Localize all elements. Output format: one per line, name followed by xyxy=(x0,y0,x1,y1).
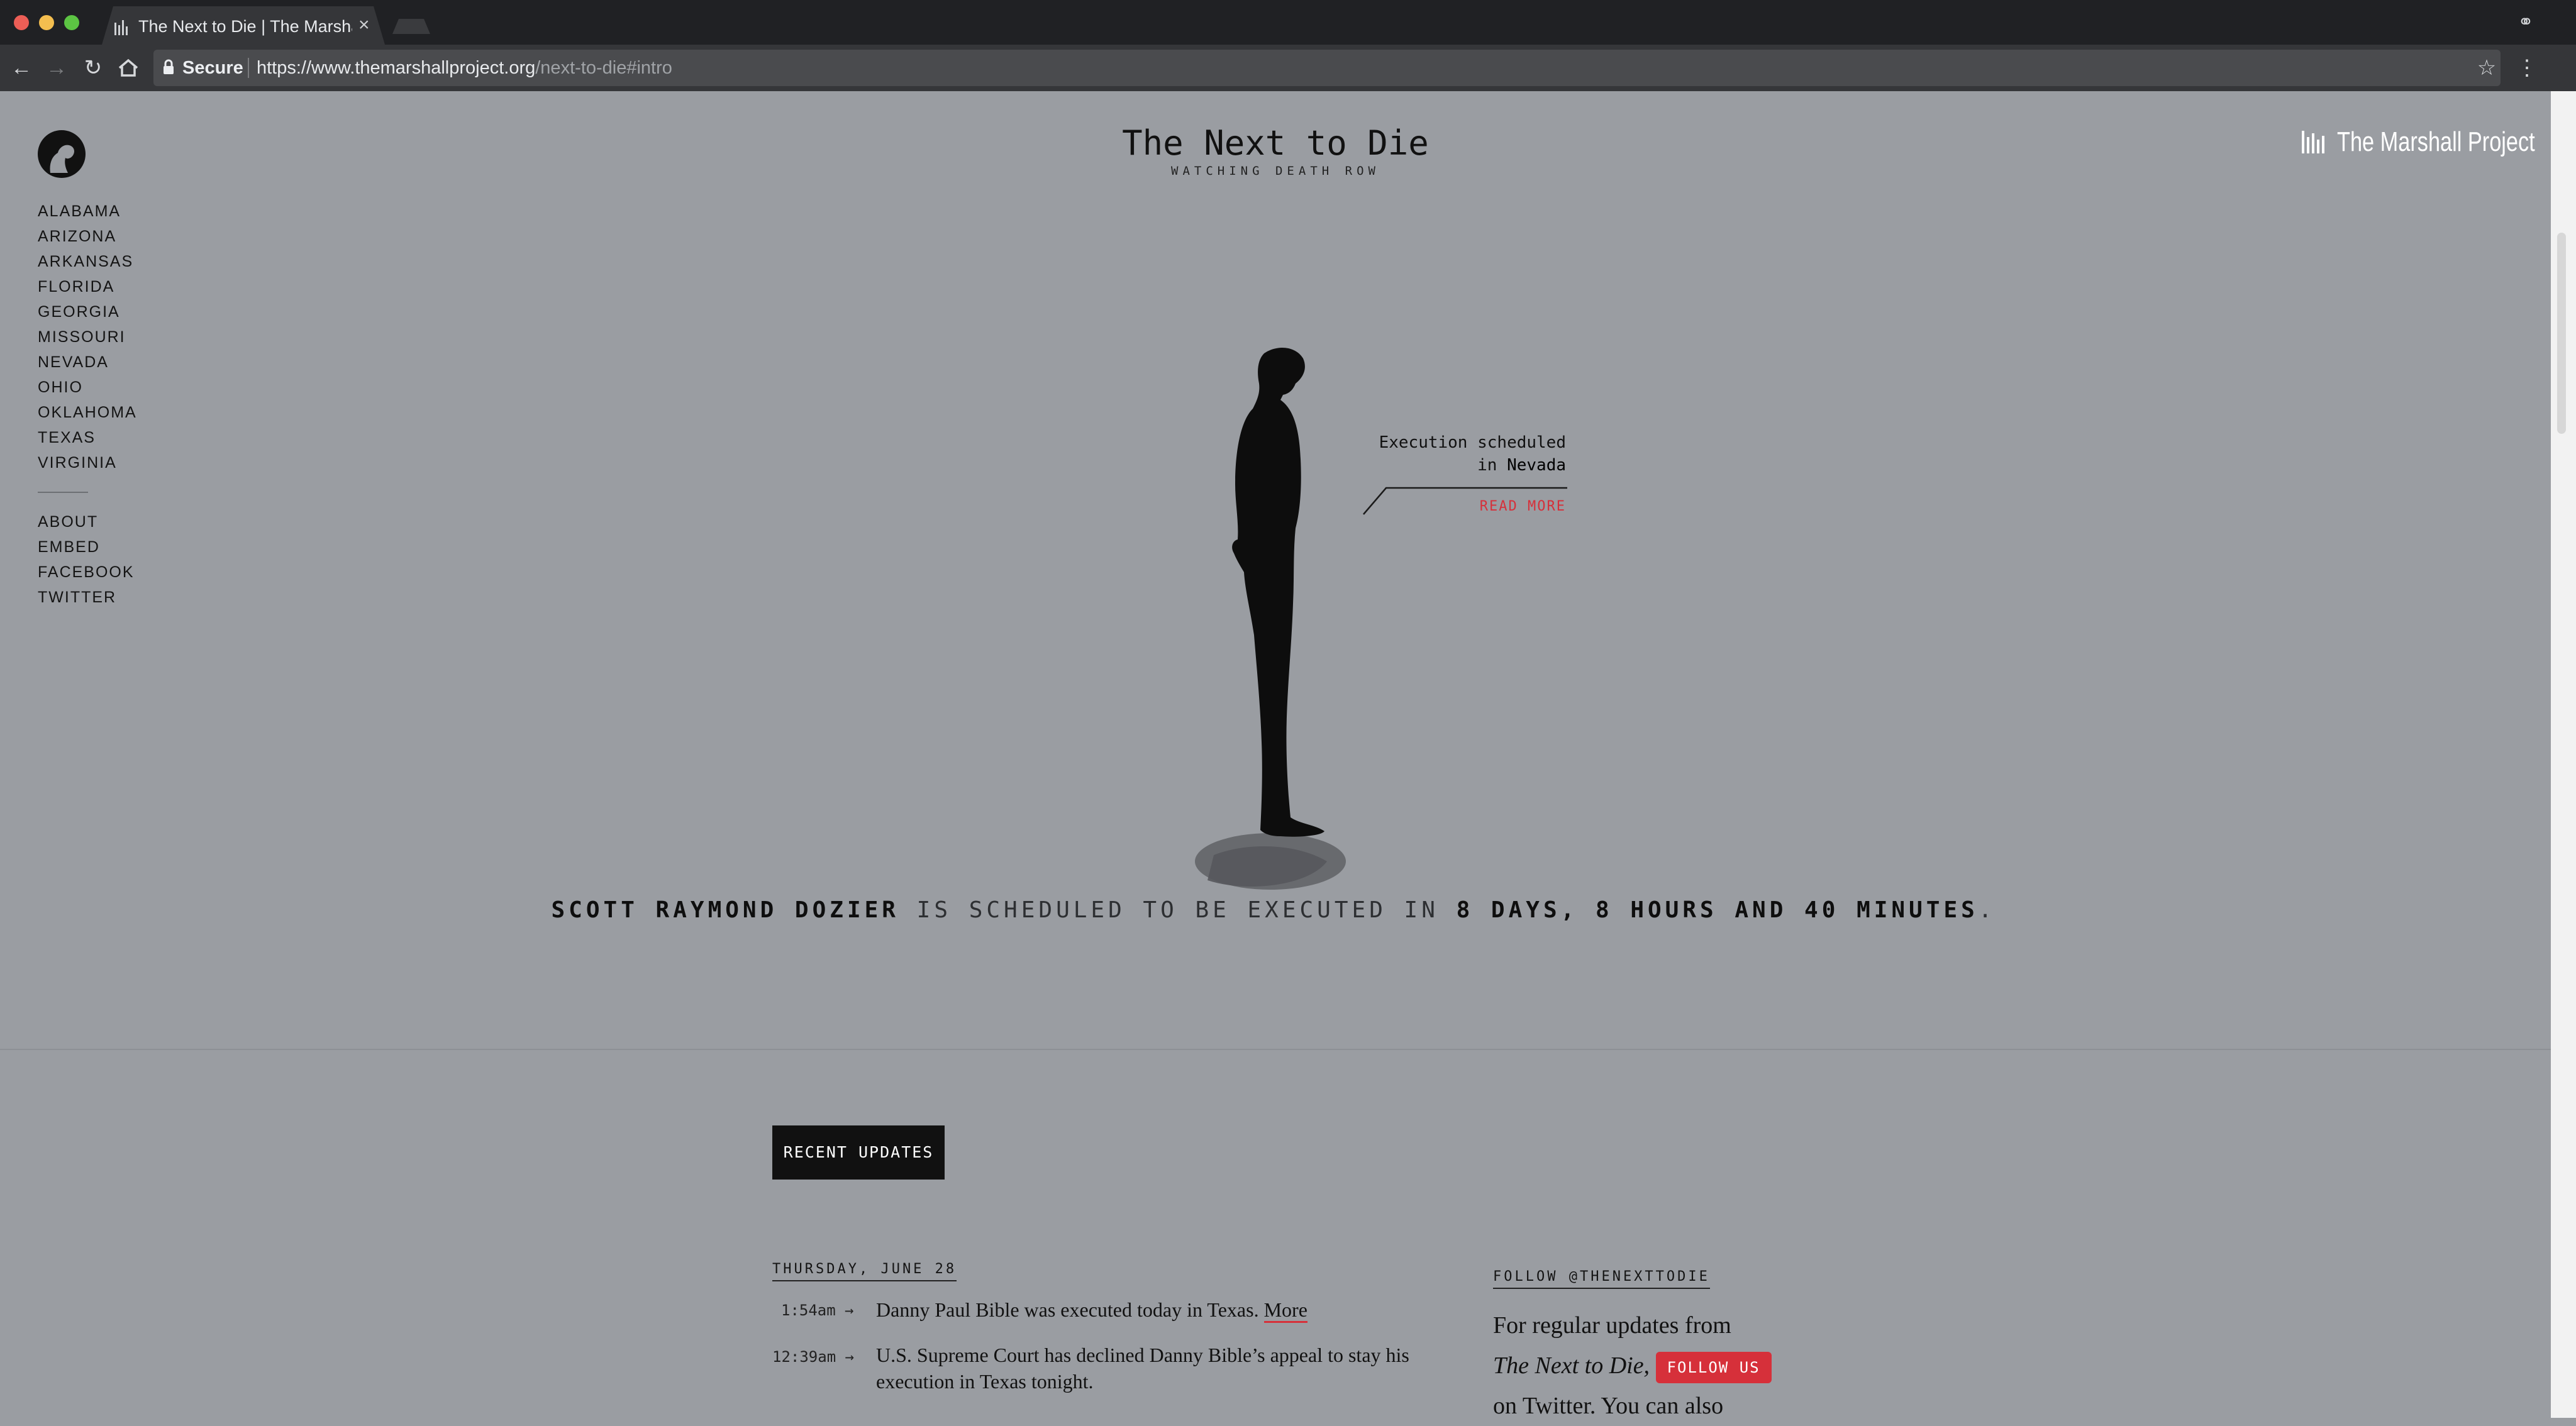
follow-line-2: The Next to Die, FOLLOW US xyxy=(1493,1346,1807,1386)
secure-label: Secure xyxy=(182,58,243,78)
update-body: Danny Paul Bible was executed today in T… xyxy=(876,1298,1259,1321)
follow-header: FOLLOW @THENEXTTODIE xyxy=(1493,1268,1710,1289)
update-more-link[interactable]: More xyxy=(1263,1298,1307,1323)
execution-callout: Execution scheduled in Nevada xyxy=(1358,431,1566,477)
nav-state-florida[interactable]: FLORIDA xyxy=(38,274,164,299)
inmate-name[interactable]: SCOTT RAYMOND DOZIER xyxy=(552,897,899,923)
follow-title: The Next to Die, xyxy=(1493,1352,1650,1379)
execution-countdown: SCOTT RAYMOND DOZIER IS SCHEDULED TO BE … xyxy=(314,895,2233,926)
nav-state-oklahoma[interactable]: OKLAHOMA xyxy=(38,400,164,425)
incognito-icon[interactable]: ⚭ xyxy=(2513,10,2538,35)
nav-state-texas[interactable]: TEXAS xyxy=(38,425,164,450)
callout-line-2: in Nevada xyxy=(1358,454,1566,477)
lock-icon xyxy=(164,59,174,74)
recent-updates-button[interactable]: RECENT UPDATES xyxy=(772,1125,945,1180)
update-date-header: THURSDAY, JUNE 28 xyxy=(772,1260,957,1281)
reload-icon[interactable]: ↻ xyxy=(78,53,108,83)
nav-state-georgia[interactable]: GEORGIA xyxy=(38,299,164,324)
follow-line-1: For regular updates from xyxy=(1493,1312,1731,1339)
side-navigation: ALABAMA ARIZONA ARKANSAS FLORIDA GEORGIA… xyxy=(38,199,164,610)
url-host: https://www.themarshallproject.org xyxy=(257,58,536,78)
countdown-end: . xyxy=(1978,897,1996,923)
close-window-icon[interactable] xyxy=(14,15,29,30)
nav-state-arizona[interactable]: ARIZONA xyxy=(38,224,164,249)
home-icon[interactable] xyxy=(113,53,143,83)
close-tab-icon[interactable]: × xyxy=(358,14,370,36)
callout-in: in xyxy=(1477,456,1497,475)
update-text: U.S. Supreme Court has declined Danny Bi… xyxy=(876,1344,1409,1393)
time-remaining: 8 DAYS, 8 HOURS AND 40 MINUTES xyxy=(1456,897,1979,923)
favicon-icon xyxy=(114,20,128,35)
nav-state-ohio[interactable]: OHIO xyxy=(38,375,164,400)
nav-embed[interactable]: EMBED xyxy=(38,534,164,560)
read-more-link[interactable]: READ MORE xyxy=(1440,498,1566,516)
new-tab-button[interactable] xyxy=(392,19,430,34)
nav-twitter[interactable]: TWITTER xyxy=(38,585,164,610)
callout-line-1: Execution scheduled xyxy=(1379,433,1566,452)
follow-us-button[interactable]: FOLLOW US xyxy=(1655,1352,1772,1384)
site-logo-icon[interactable] xyxy=(36,129,87,179)
nav-state-arkansas[interactable]: ARKANSAS xyxy=(38,249,164,274)
site-title[interactable]: The Next to Die xyxy=(1069,123,1482,163)
url-text[interactable]: https://www.themarshallproject.org/next-… xyxy=(257,55,672,80)
forward-icon[interactable]: → xyxy=(42,53,72,83)
countdown-phrase: IS SCHEDULED TO BE EXECUTED IN xyxy=(916,897,1439,923)
bookmark-star-icon[interactable]: ☆ xyxy=(2472,53,2502,83)
update-time: 1:54am → xyxy=(781,1302,854,1319)
callout-state: Nevada xyxy=(1507,456,1566,475)
url-separator xyxy=(248,58,249,78)
update-text: Danny Paul Bible was executed today in T… xyxy=(876,1296,1430,1323)
nav-about[interactable]: ABOUT xyxy=(38,509,164,534)
silhouette-figure xyxy=(1195,347,1346,890)
update-time: 12:39am → xyxy=(772,1348,855,1366)
follow-line-3: on Twitter. You can also xyxy=(1493,1393,1724,1419)
nav-state-virginia[interactable]: VIRGINIA xyxy=(38,450,164,475)
nav-divider xyxy=(38,492,88,493)
nav-state-nevada[interactable]: NEVADA xyxy=(38,350,164,375)
section-divider xyxy=(0,1049,2551,1050)
site-subtitle: WATCHING DEATH ROW xyxy=(1171,164,1380,178)
maximize-window-icon[interactable] xyxy=(64,15,79,30)
browser-menu-icon[interactable]: ⋮ xyxy=(2514,53,2540,83)
nav-facebook[interactable]: FACEBOOK xyxy=(38,560,164,585)
brand-name[interactable]: The Marshall Project xyxy=(2337,126,2535,158)
back-icon[interactable]: ← xyxy=(6,53,36,83)
browser-titlebar xyxy=(0,0,2576,45)
minimize-window-icon[interactable] xyxy=(39,15,54,30)
url-path: /next-to-die#intro xyxy=(535,58,672,78)
tab-title: The Next to Die | The Marshall Project xyxy=(138,17,352,36)
nav-state-missouri[interactable]: MISSOURI xyxy=(38,324,164,350)
nav-state-alabama[interactable]: ALABAMA xyxy=(38,199,164,224)
scrollbar-thumb[interactable] xyxy=(2557,233,2566,434)
follow-text: For regular updates from The Next to Die… xyxy=(1493,1305,1807,1426)
